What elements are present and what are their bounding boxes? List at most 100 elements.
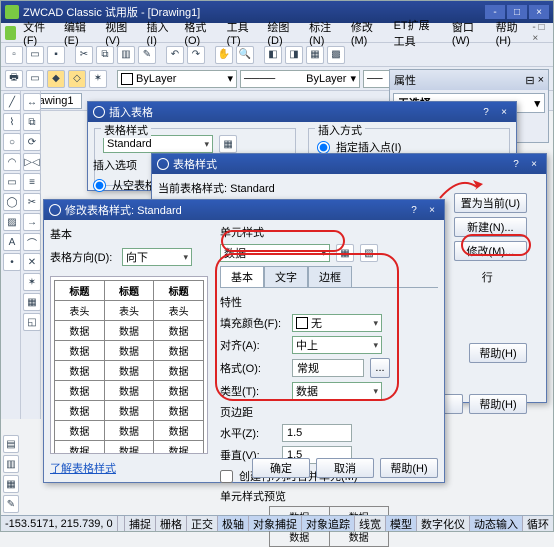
sb-cycle[interactable]: 循环	[522, 516, 553, 531]
redo-icon[interactable]: ↷	[187, 46, 205, 64]
bl-icon-2[interactable]: ▥	[3, 455, 19, 473]
close-button[interactable]: ×	[529, 5, 549, 19]
dlg-help-icon[interactable]: ?	[479, 105, 493, 119]
dlg-close-icon[interactable]: ×	[527, 157, 541, 171]
arc-icon[interactable]: ◠	[3, 153, 21, 171]
help-button[interactable]: 帮助(H)	[380, 458, 438, 478]
ok-button[interactable]: 确定	[252, 458, 310, 478]
cell-new-icon[interactable]: ▦	[336, 244, 354, 262]
prop-close-icon[interactable]: ×	[538, 74, 544, 87]
undo-icon[interactable]: ↶	[166, 46, 184, 64]
tool-ico-d[interactable]: ▩	[327, 46, 345, 64]
empty-table-radio[interactable]	[93, 179, 106, 192]
hatch-icon[interactable]: ▨	[3, 213, 21, 231]
menu-format[interactable]: 格式(O)	[179, 17, 219, 49]
menu-view[interactable]: 视图(V)	[100, 17, 139, 49]
new-icon[interactable]: ▫	[5, 46, 23, 64]
paste-icon[interactable]: ▥	[117, 46, 135, 64]
cut-icon[interactable]: ✂	[75, 46, 93, 64]
rect-icon[interactable]: ▭	[3, 173, 21, 191]
menu-file[interactable]: 文件(F)	[18, 17, 57, 49]
style-help2-button[interactable]: 帮助(H)	[469, 394, 527, 414]
style-help-button[interactable]: 帮助(H)	[469, 343, 527, 363]
trim-icon[interactable]: ✂	[23, 193, 41, 211]
direction-select[interactable]: 向下▾	[122, 248, 192, 266]
sb-ortho[interactable]: 正交	[186, 516, 217, 531]
menu-modify[interactable]: 修改(M)	[346, 17, 387, 49]
ellipse-icon[interactable]: ◯	[3, 193, 21, 211]
cell-manage-icon[interactable]: ▧	[360, 244, 378, 262]
type-select[interactable]: 数据▾	[292, 382, 382, 400]
preview-icon[interactable]: ▭	[26, 70, 44, 88]
cancel-button[interactable]: 取消	[316, 458, 374, 478]
style-launch-icon[interactable]: ▦	[219, 135, 237, 153]
tool-ico-c[interactable]: ▦	[306, 46, 324, 64]
open-icon[interactable]: ▭	[26, 46, 44, 64]
mirror-icon[interactable]: ▷◁	[23, 153, 41, 171]
tab-text[interactable]: 文字	[264, 266, 308, 287]
dlg-help-icon[interactable]: ?	[509, 157, 523, 171]
sb-osnap[interactable]: 对象捕捉	[248, 516, 301, 531]
tab-basic[interactable]: 基本	[220, 266, 264, 287]
menu-help[interactable]: 帮助(H)	[491, 17, 531, 49]
erase-icon[interactable]: ✕	[23, 253, 41, 271]
fill-color-select[interactable]: 无▾	[292, 314, 382, 332]
menu-draw[interactable]: 绘图(D)	[262, 17, 302, 49]
set-current-button[interactable]: 置为当前(U)	[454, 193, 527, 213]
layer-icon[interactable]: ◆	[47, 70, 65, 88]
extend-icon[interactable]: →	[23, 213, 41, 231]
align-select[interactable]: 中上▾	[292, 336, 382, 354]
menu-edit[interactable]: 编辑(E)	[59, 17, 98, 49]
explode-icon[interactable]: ✶	[89, 70, 107, 88]
layer2-icon[interactable]: ◇	[68, 70, 86, 88]
sb-lwt[interactable]: 线宽	[354, 516, 385, 531]
fillet-icon[interactable]: ⌒	[23, 233, 41, 251]
copy-icon[interactable]: ⧉	[96, 46, 114, 64]
pan-icon[interactable]: ✋	[215, 46, 233, 64]
menu-dim[interactable]: 标注(N)	[304, 17, 344, 49]
scale-icon[interactable]: ◱	[23, 313, 41, 331]
h-margin-input[interactable]: 1.5	[282, 424, 352, 442]
tab-border[interactable]: 边框	[308, 266, 352, 287]
menu-insert[interactable]: 插入(I)	[141, 17, 177, 49]
tool-ico-b[interactable]: ◨	[285, 46, 303, 64]
doc-min-icon[interactable]: - □ ×	[532, 22, 549, 44]
dlg-help-icon[interactable]: ?	[407, 203, 421, 217]
menu-window[interactable]: 窗口(W)	[447, 17, 489, 49]
bl-icon-4[interactable]: ✎	[3, 495, 19, 513]
menu-et[interactable]: ET扩展工具	[389, 15, 445, 51]
copy2-icon[interactable]: ⧉	[23, 113, 41, 131]
explode2-icon[interactable]: ✶	[23, 273, 41, 291]
sb-polar[interactable]: 极轴	[217, 516, 248, 531]
pline-icon[interactable]: ⌇	[3, 113, 21, 131]
sb-model[interactable]: 模型	[385, 516, 416, 531]
zoom-icon[interactable]: 🔍	[236, 46, 254, 64]
line-icon[interactable]: ╱	[3, 93, 21, 111]
sb-grid[interactable]: 栅格	[155, 516, 186, 531]
dlg-close-icon[interactable]: ×	[497, 105, 511, 119]
array-icon[interactable]: ▦	[23, 293, 41, 311]
cell-style-select[interactable]: 数据▾	[220, 244, 330, 262]
save-icon[interactable]: ▪	[47, 46, 65, 64]
insert-point-radio[interactable]	[317, 141, 330, 154]
text-icon[interactable]: A	[3, 233, 21, 251]
prop-pin-icon[interactable]: ⊟	[525, 74, 534, 87]
dlg-close-icon[interactable]: ×	[425, 203, 439, 217]
new-style-button[interactable]: 新建(N)...	[454, 217, 527, 237]
sb-dyn[interactable]: 动态输入	[469, 516, 522, 531]
format-browse-button[interactable]: ...	[370, 358, 390, 378]
point-icon[interactable]: •	[3, 253, 21, 271]
sb-otrack[interactable]: 对象追踪	[301, 516, 354, 531]
color-select[interactable]: ByLayer▾	[117, 70, 237, 88]
offset-icon[interactable]: ≡	[23, 173, 41, 191]
bl-icon-3[interactable]: ▦	[3, 475, 19, 493]
sb-tablet[interactable]: 数字化仪	[416, 516, 469, 531]
menu-tools[interactable]: 工具(T)	[222, 17, 261, 49]
rotate-icon[interactable]: ⟳	[23, 133, 41, 151]
bl-icon-1[interactable]: ▤	[3, 435, 19, 453]
learn-table-style-link[interactable]: 了解表格样式	[50, 460, 208, 476]
circle-icon[interactable]: ○	[3, 133, 21, 151]
merge-checkbox[interactable]	[220, 470, 233, 483]
match-icon[interactable]: ✎	[138, 46, 156, 64]
modify-style-button[interactable]: 修改(M)...	[454, 241, 527, 261]
